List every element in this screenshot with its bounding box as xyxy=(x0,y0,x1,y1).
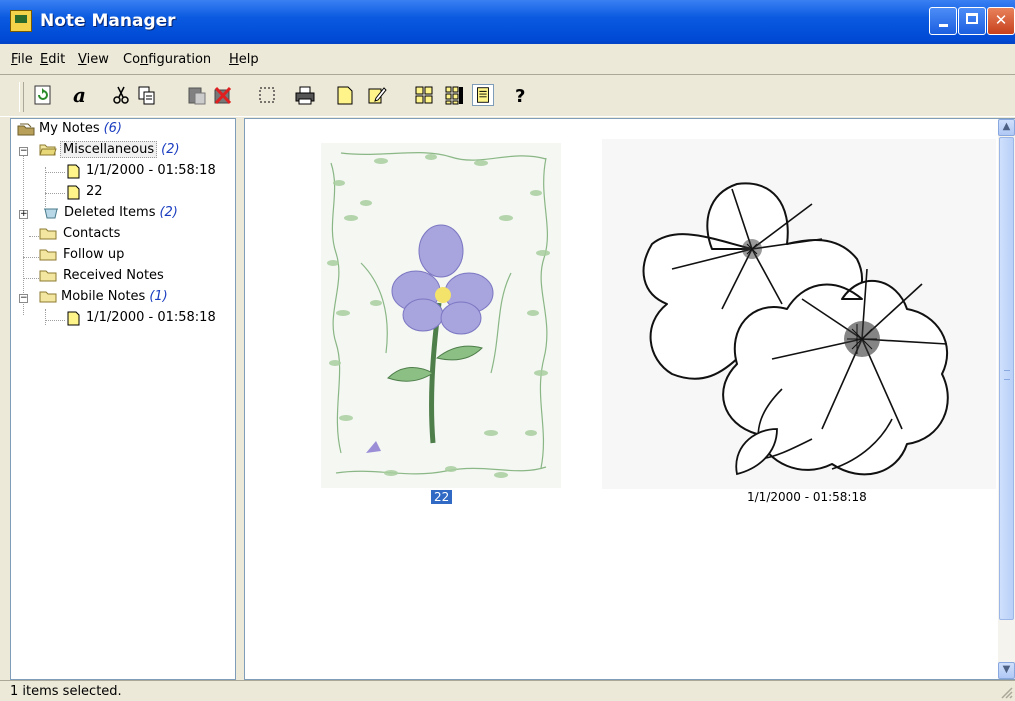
print-icon[interactable] xyxy=(294,84,316,106)
scroll-down-button[interactable]: ▼ xyxy=(998,662,1015,679)
tree-item-mobile-notes[interactable]: Mobile Notes (1) xyxy=(33,287,168,307)
tree-item-label: Contacts xyxy=(63,226,121,241)
new-note-icon[interactable] xyxy=(334,84,356,106)
recycle-bin-icon xyxy=(44,208,58,219)
folder-icon xyxy=(39,249,57,261)
note-icon xyxy=(67,164,80,179)
status-text: 1 items selected. xyxy=(10,684,122,699)
notes-root-icon xyxy=(17,123,35,136)
thumbnail-caption[interactable]: 1/1/2000 - 01:58:18 xyxy=(747,490,867,504)
app-window: Note Manager ✕ File Edit View Configurat… xyxy=(0,0,1015,701)
select-icon[interactable] xyxy=(256,84,278,106)
tree-item-label: 22 xyxy=(86,184,103,199)
open-folder-icon xyxy=(39,144,57,156)
pane-splitter[interactable] xyxy=(236,118,244,680)
help-icon[interactable]: ? xyxy=(510,84,532,106)
large-icons-icon[interactable] xyxy=(413,84,435,106)
refresh-icon[interactable] xyxy=(32,84,54,106)
chevron-up-icon: ▲ xyxy=(1002,121,1011,132)
tree-item-follow-up[interactable]: Follow up xyxy=(39,245,124,265)
paste-icon[interactable] xyxy=(186,84,208,106)
folder-tree[interactable]: My Notes (6) − Miscellaneous (2) 1/1/2000 … xyxy=(10,118,236,680)
tree-item-label: Follow up xyxy=(63,247,125,262)
tree-item-deleted-items[interactable]: Deleted Items (2) xyxy=(33,203,178,223)
expand-toggle[interactable]: + xyxy=(19,210,28,219)
status-bar: 1 items selected. xyxy=(0,680,1015,701)
cut-icon[interactable] xyxy=(110,84,132,106)
tree-item-label: 1/1/2000 - 01:58:18 xyxy=(86,310,216,325)
tree-item-note[interactable]: 1/1/2000 - 01:58:18 xyxy=(67,308,216,328)
chevron-down-icon: ▼ xyxy=(1002,664,1011,675)
collapse-toggle[interactable]: − xyxy=(19,294,28,303)
tree-item-my-notes[interactable]: My Notes (6) xyxy=(17,119,122,139)
small-icons-icon[interactable] xyxy=(443,84,465,106)
menu-view[interactable]: View xyxy=(78,52,109,67)
app-icon xyxy=(10,10,32,32)
tree-item-label: Deleted Items xyxy=(64,205,156,220)
menu-edit[interactable]: Edit xyxy=(40,52,65,67)
folder-icon xyxy=(39,270,57,282)
minimize-icon xyxy=(938,24,948,27)
tree-item-miscellaneous[interactable]: Miscellaneous (2) xyxy=(33,140,180,160)
menu-help[interactable]: Help xyxy=(229,52,259,67)
thumbnail-view-icon[interactable] xyxy=(472,84,494,106)
scrollbar-thumb[interactable] xyxy=(999,137,1014,620)
minimize-button[interactable] xyxy=(929,7,957,35)
toolbar-grip[interactable] xyxy=(19,82,24,112)
grip-icon xyxy=(1004,370,1010,380)
note-thumbnail-petunia[interactable] xyxy=(602,139,996,489)
close-icon: ✕ xyxy=(994,11,1008,29)
svg-text:a: a xyxy=(73,84,86,106)
close-button[interactable]: ✕ xyxy=(987,7,1015,35)
menu-file[interactable]: File xyxy=(11,52,33,67)
tree-item-label: Received Notes xyxy=(63,268,164,283)
svg-text:?: ? xyxy=(515,86,525,106)
folder-icon xyxy=(39,228,57,240)
scroll-up-button[interactable]: ▲ xyxy=(998,119,1015,136)
tree-item-label: Miscellaneous xyxy=(60,141,158,158)
tree-item-contacts[interactable]: Contacts xyxy=(39,224,120,244)
note-icon xyxy=(67,185,80,200)
collapse-toggle[interactable]: − xyxy=(19,147,28,156)
menu-bar: File Edit View Configuration Help xyxy=(0,44,1015,74)
delete-icon[interactable] xyxy=(212,84,234,106)
tree-item-count: (6) xyxy=(103,121,123,136)
tree-item-label: My Notes xyxy=(39,121,100,136)
maximize-icon xyxy=(966,13,978,24)
tree-item-note[interactable]: 22 xyxy=(67,182,103,202)
note-icon xyxy=(67,311,80,326)
window-title: Note Manager xyxy=(40,11,176,31)
tree-item-label: Mobile Notes xyxy=(61,289,146,304)
tree-item-note[interactable]: 1/1/2000 - 01:58:18 xyxy=(67,161,216,181)
copy-icon[interactable] xyxy=(136,84,158,106)
tree-item-count: (2) xyxy=(159,205,178,220)
title-bar[interactable]: Note Manager ✕ xyxy=(0,0,1015,44)
tree-item-label: 1/1/2000 - 01:58:18 xyxy=(86,163,216,178)
folder-icon xyxy=(39,291,57,303)
font-icon[interactable]: a xyxy=(70,84,92,106)
resize-grip-icon[interactable] xyxy=(1001,687,1013,699)
tree-item-count: (2) xyxy=(161,142,180,157)
edit-note-icon[interactable] xyxy=(366,84,388,106)
tree-item-received-notes[interactable]: Received Notes xyxy=(39,266,164,286)
note-thumbnail-view[interactable]: 22 1/1/2000 - 01:58:18 xyxy=(244,118,1015,680)
menu-configuration[interactable]: Configuration xyxy=(123,52,211,67)
maximize-button[interactable] xyxy=(958,7,986,35)
toolbar: a ? xyxy=(0,74,1015,117)
tree-item-count: (1) xyxy=(149,289,168,304)
thumbnail-caption[interactable]: 22 xyxy=(431,490,453,504)
note-thumbnail-flower-violet[interactable] xyxy=(321,143,561,488)
